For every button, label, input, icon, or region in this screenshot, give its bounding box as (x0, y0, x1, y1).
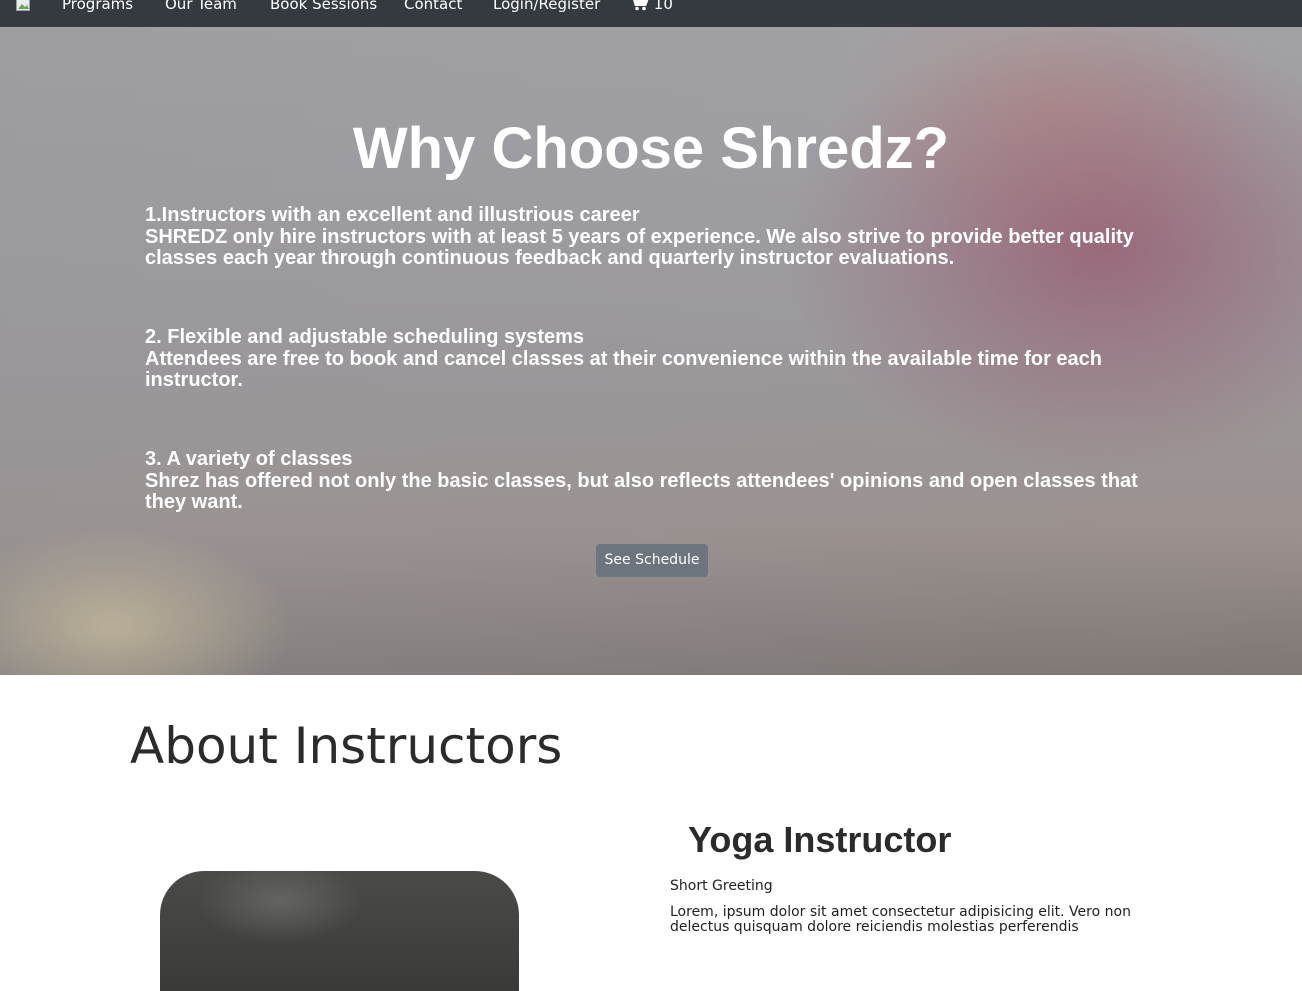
feature-heading: 1.Instructors with an excellent and illu… (145, 204, 640, 226)
top-navbar: Programs Our Team Book Sessions Contact … (0, 0, 1302, 27)
instructor-photo (160, 871, 519, 991)
hero-section: Why Choose Shredz? 1.Instructors with an… (0, 27, 1302, 675)
see-schedule-button[interactable]: See Schedule (596, 544, 708, 577)
nav-link-book-sessions[interactable]: Book Sessions (270, 0, 377, 13)
nav-link-our-team[interactable]: Our Team (165, 0, 237, 13)
nav-link-programs[interactable]: Programs (62, 0, 133, 13)
feature-text: SHREDZ only hire instructors with at lea… (145, 225, 1134, 269)
feature-2: 2. Flexible and adjustable scheduling sy… (145, 326, 1165, 392)
nav-link-login-register[interactable]: Login/Register (493, 0, 600, 13)
cart-count: 10 (653, 0, 673, 13)
instructor-greeting: Short Greeting (670, 878, 773, 894)
nav-link-contact[interactable]: Contact (404, 0, 462, 13)
feature-heading: 3. A variety of classes (145, 448, 353, 470)
feature-heading: 2. Flexible and adjustable scheduling sy… (145, 326, 585, 348)
feature-3: 3. A variety of classes Shrez has offere… (145, 448, 1165, 514)
hero-title: Why Choose Shredz? (352, 116, 950, 181)
cart-link[interactable]: 10 (630, 0, 673, 13)
about-instructors-title: About Instructors (130, 717, 563, 775)
instructor-role-title: Yoga Instructor (688, 819, 952, 860)
feature-text: Attendees are free to book and cancel cl… (145, 347, 1103, 391)
feature-1: 1.Instructors with an excellent and illu… (145, 204, 1165, 270)
instructor-bio: Lorem, ipsum dolor sit amet consectetur … (670, 904, 1131, 935)
shopping-cart-icon (630, 0, 654, 13)
feature-text: Shrez has offered not only the basic cla… (145, 469, 1138, 513)
broken-logo-image[interactable] (16, 0, 30, 11)
